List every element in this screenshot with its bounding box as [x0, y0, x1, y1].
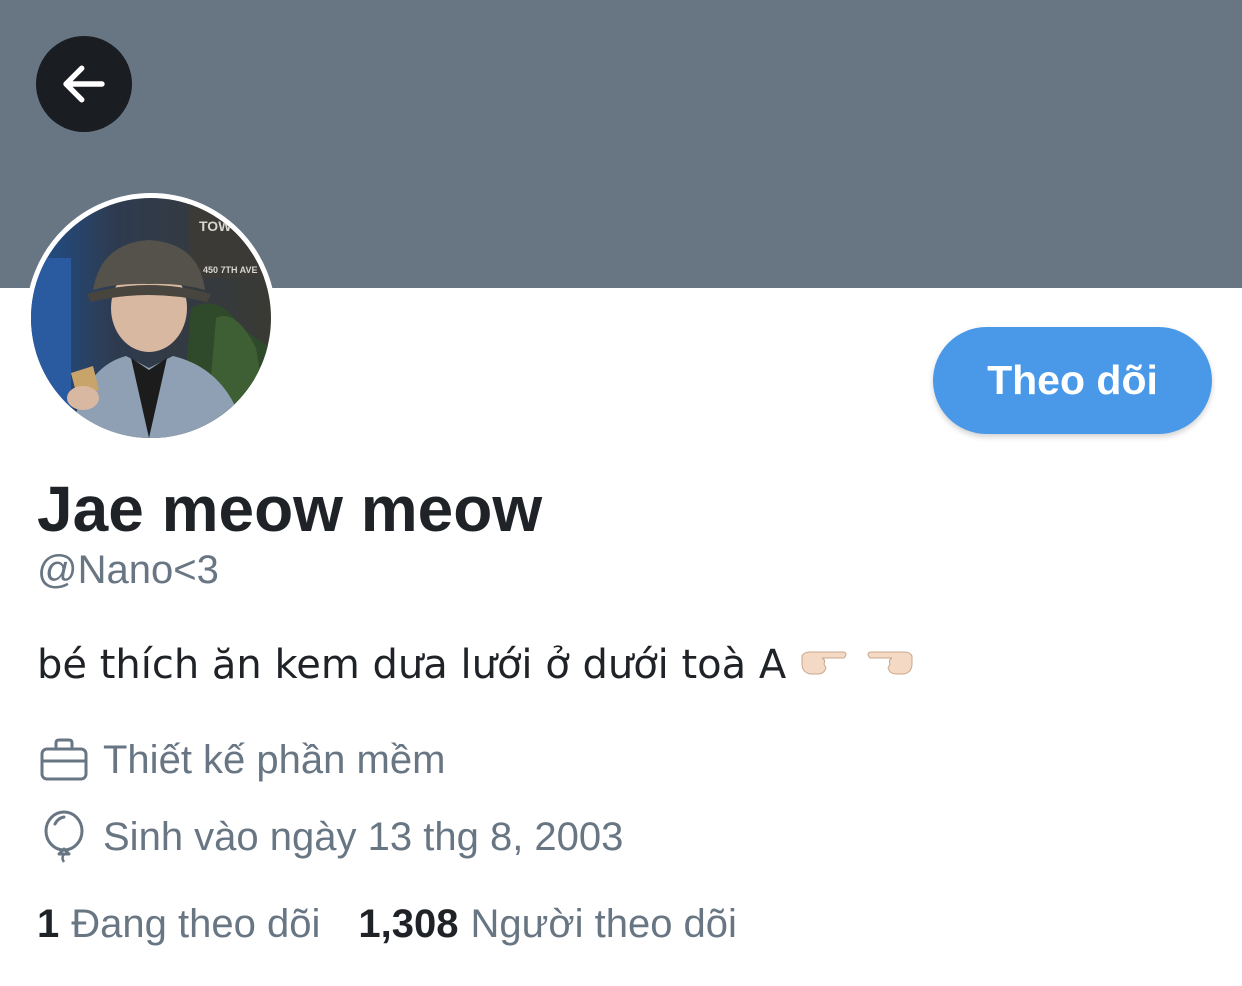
occupation-row: Thiết kế phần mềm [37, 733, 445, 787]
follow-button[interactable]: Theo dõi [933, 327, 1212, 434]
bio: bé thích ăn kem dưa lưới ở dưới toà A [37, 640, 914, 689]
username-handle: @Nano<3 [37, 548, 219, 592]
pointing-right-hand-icon [800, 640, 850, 689]
avatar-address-text: 450 7TH AVE [203, 265, 258, 275]
avatar-photo: TOW 450 7TH AVE [31, 198, 271, 438]
following-count[interactable]: 1 [37, 902, 59, 947]
bio-text: bé thích ăn kem dưa lưới ở dưới toà A [37, 641, 787, 688]
avatar-sign-text: TOW [199, 218, 232, 234]
balloon-icon [37, 810, 91, 864]
arrow-left-icon [63, 65, 105, 103]
birthday-text: Sinh vào ngày 13 thg 8, 2003 [103, 814, 624, 859]
briefcase-icon [37, 733, 91, 787]
follow-stats: 1 Đang theo dõi 1,308 Người theo dõi [37, 902, 737, 947]
occupation-text: Thiết kế phần mềm [103, 737, 446, 782]
birthday-row: Sinh vào ngày 13 thg 8, 2003 [37, 810, 623, 864]
display-name: Jae meow meow [37, 473, 543, 545]
followers-link[interactable]: Người theo dõi [470, 902, 736, 947]
avatar[interactable]: TOW 450 7TH AVE [26, 193, 276, 443]
back-button[interactable] [36, 36, 132, 132]
pointing-left-hand-icon [864, 640, 914, 689]
followers-count[interactable]: 1,308 [358, 902, 458, 947]
following-link[interactable]: Đang theo dõi [71, 902, 320, 947]
